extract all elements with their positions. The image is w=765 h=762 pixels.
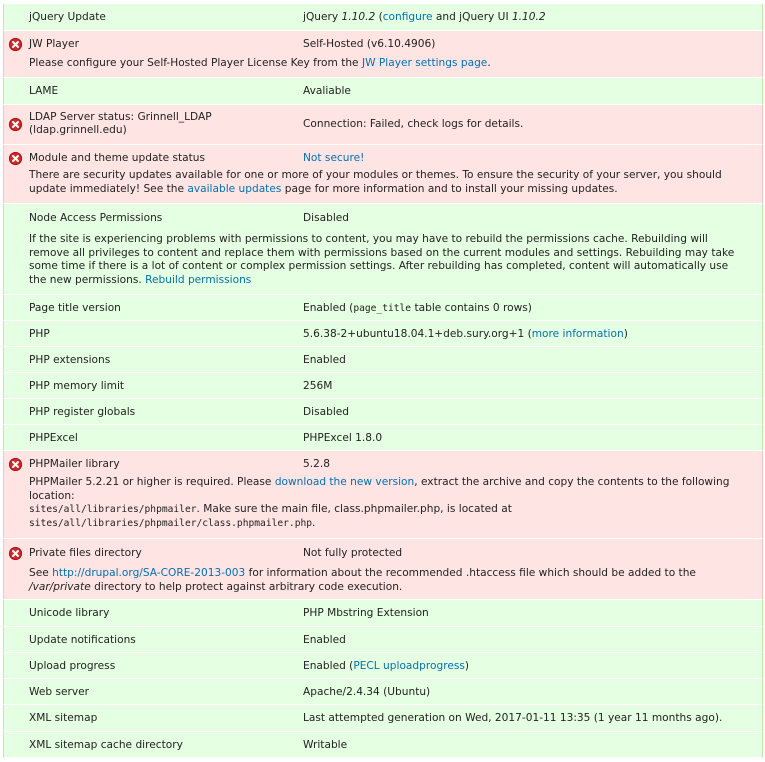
row-description: There are security updates available for…	[29, 169, 722, 195]
row-description: If the site is experiencing problems wit…	[29, 233, 735, 286]
drupal-sa-core-link[interactable]: http://drupal.org/SA-CORE-2013-003	[52, 567, 245, 579]
row-value: Apache/2.4.34 (Ubuntu)	[303, 686, 431, 698]
row-value: Disabled	[303, 406, 350, 418]
error-icon	[9, 458, 22, 471]
row-value: Connection: Failed, check logs for detai…	[303, 118, 524, 130]
more-information-link[interactable]: more information	[532, 328, 624, 340]
error-icon	[9, 118, 22, 131]
status-row-unicode: Unicode library PHP Mbstring Extension	[3, 600, 763, 627]
row-value: Last attempted generation on Wed, 2017-0…	[303, 712, 723, 724]
status-row-module-updates: Module and theme update status Not secur…	[3, 145, 763, 204]
row-description: Please configure your Self-Hosted Player…	[29, 57, 491, 69]
row-value: Enabled	[303, 634, 346, 646]
status-row-php: PHP 5.6.38-2+ubuntu18.04.1+deb.sury.org+…	[3, 321, 763, 347]
row-title: JW Player	[29, 38, 79, 50]
status-row-phpexcel: PHPExcel PHPExcel 1.8.0	[3, 425, 763, 451]
status-row-upload-progress: Upload progress Enabled (PECL uploadprog…	[3, 653, 763, 679]
row-value: PHP Mbstring Extension	[303, 607, 429, 619]
row-title: Web server	[29, 686, 89, 698]
status-row-xml-sitemap-cache: XML sitemap cache directory Writable	[3, 732, 763, 758]
row-value: Disabled	[303, 212, 350, 224]
row-value: jQuery 1.10.2 (configure and jQuery UI 1…	[303, 11, 546, 23]
status-row-php-memory: PHP memory limit 256M	[3, 373, 763, 399]
row-value: Self-Hosted (v6.10.4906)	[303, 38, 436, 50]
error-icon	[9, 547, 22, 560]
status-row-page-title: Page title version Enabled (page_title t…	[3, 295, 763, 321]
pecl-uploadprogress-link[interactable]: PECL uploadprogress	[353, 660, 465, 672]
row-value: Enabled (PECL uploadprogress)	[303, 660, 470, 672]
status-row-ldap: LDAP Server status: Grinnell_LDAP (ldap.g…	[3, 105, 763, 145]
error-icon	[9, 152, 22, 165]
row-title: Node Access Permissions	[29, 212, 163, 224]
configure-link[interactable]: configure	[383, 11, 433, 23]
status-row-node-access: Node Access Permissions Disabled If the …	[3, 204, 763, 295]
status-row-php-register-globals: PHP register globals Disabled	[3, 399, 763, 425]
not-secure-link[interactable]: Not secure!	[303, 152, 364, 164]
row-description: See http://drupal.org/SA-CORE-2013-003 f…	[29, 567, 696, 593]
status-row-phpmailer: PHPMailer library 5.2.8 PHPMailer 5.2.21…	[3, 451, 763, 539]
row-title: LAME	[29, 85, 59, 97]
status-report-table: jQuery Update jQuery 1.10.2 (configure a…	[3, 0, 763, 762]
status-row-jw-player: JW Player Self-Hosted (v6.10.4906) Pleas…	[3, 31, 763, 78]
row-title: XML sitemap	[29, 712, 98, 724]
row-value: Enabled (page_title table contains 0 row…	[303, 302, 532, 314]
row-value: PHPExcel 1.8.0	[303, 432, 383, 444]
row-title: PHP register globals	[29, 406, 136, 418]
row-description: PHPMailer 5.2.21 or higher is required. …	[29, 476, 730, 529]
row-title: jQuery Update	[29, 11, 106, 23]
status-row-lame: LAME Avaliable	[3, 78, 763, 105]
error-icon	[9, 38, 22, 51]
row-title: Page title version	[29, 302, 121, 314]
row-title: LDAP Server status: Grinnell_LDAP (ldap.g…	[29, 111, 212, 136]
jw-player-settings-link[interactable]: JW Player settings page	[362, 57, 487, 69]
available-updates-link[interactable]: available updates	[187, 183, 281, 195]
row-value: 256M	[303, 380, 333, 392]
row-value: Avaliable	[303, 85, 351, 97]
row-value: Enabled	[303, 354, 346, 366]
status-row-php-extensions: PHP extensions Enabled	[3, 347, 763, 373]
status-row-web-server: Web server Apache/2.4.34 (Ubuntu)	[3, 679, 763, 705]
row-value: 5.2.8	[303, 458, 330, 470]
row-title: PHP extensions	[29, 354, 111, 366]
row-title: PHP memory limit	[29, 380, 125, 392]
row-title: Private files directory	[29, 547, 142, 559]
row-title: Update notifications	[29, 634, 136, 646]
rebuild-permissions-link[interactable]: Rebuild permissions	[145, 274, 251, 286]
status-row-xml-sitemap: XML sitemap Last attempted generation on…	[3, 705, 763, 732]
status-row-jquery-update: jQuery Update jQuery 1.10.2 (configure a…	[3, 4, 763, 31]
row-value: Not fully protected	[303, 547, 403, 559]
row-title: PHPExcel	[29, 432, 78, 444]
status-row-private-files: Private files directory Not fully protec…	[3, 539, 763, 600]
row-title: XML sitemap cache directory	[29, 739, 183, 751]
row-value: Not secure!	[303, 152, 364, 166]
row-title: Unicode library	[29, 607, 110, 619]
row-title: PHPMailer library	[29, 458, 120, 470]
row-title: PHP	[29, 328, 50, 340]
status-row-update-notifications: Update notifications Enabled	[3, 627, 763, 653]
row-title: Upload progress	[29, 660, 116, 672]
row-value: 5.6.38-2+ubuntu18.04.1+deb.sury.org+1 (m…	[303, 328, 628, 340]
row-value: Writable	[303, 739, 348, 751]
download-new-version-link[interactable]: download the new version	[275, 476, 414, 488]
row-title: Module and theme update status	[29, 152, 206, 164]
